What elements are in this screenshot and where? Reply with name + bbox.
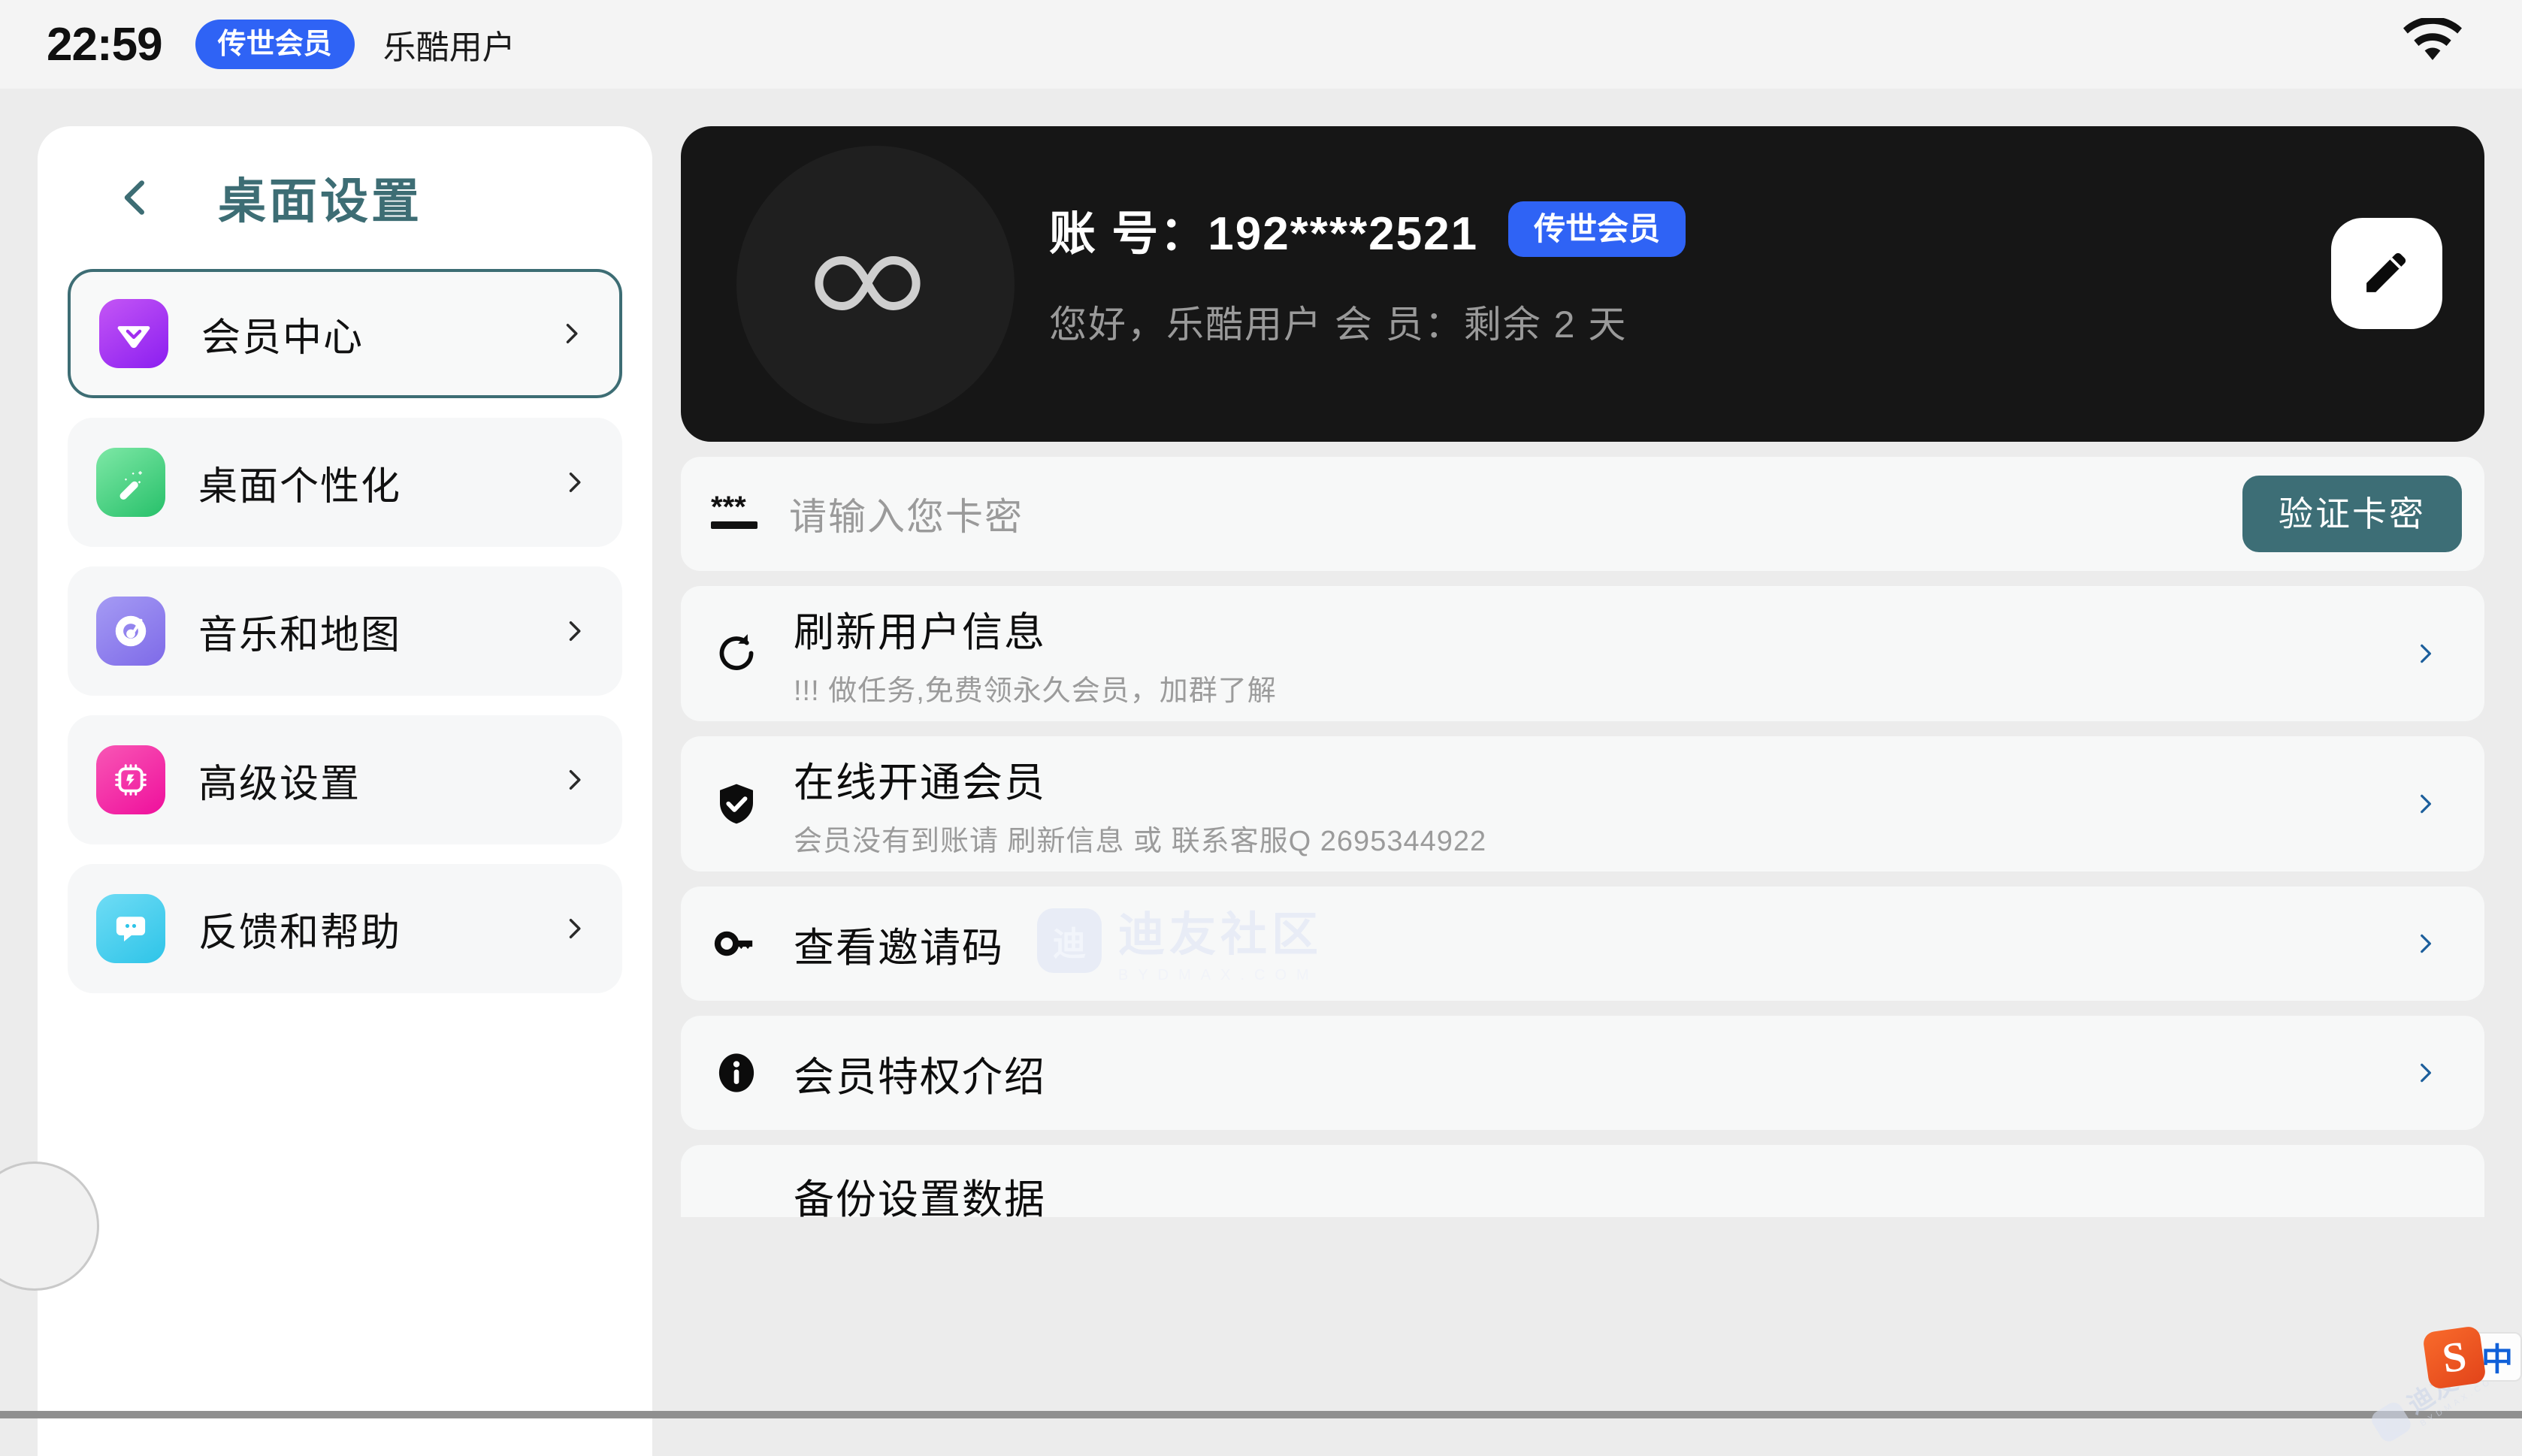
menu-text-block: 查看邀请码 [794, 914, 1004, 974]
cardkey-input[interactable]: 请输入您卡密 [789, 487, 1024, 541]
profile-text-block: 账 号：192****2521 传世会员 您好，乐酷用户 会 员：剩余 2 天 [1049, 195, 1686, 349]
menu-row-view-invite-code[interactable]: 查看邀请码 [681, 887, 2484, 1001]
wifi-icon [2403, 17, 2462, 68]
menu-title: 在线开通会员 [794, 760, 1046, 805]
svg-text:***: *** [711, 491, 746, 524]
greeting-text: 您好，乐酷用户 会 员：剩余 2 天 [1049, 304, 1628, 346]
menu-text-block: 刷新用户信息 !!! 做任务,免费领永久会员，加群了解 [794, 599, 1277, 708]
page-title: 桌面设置 [218, 174, 422, 228]
shield-check-icon [709, 777, 764, 831]
status-username: 乐酷用户 [383, 29, 516, 66]
sogou-logo-icon[interactable]: S [2422, 1325, 2487, 1390]
status-bar: 22:59 传世会员 乐酷用户 [0, 0, 2522, 89]
menu-text-block: 备份设置数据 [794, 1166, 1046, 1217]
menu-title: 刷新用户信息 [794, 610, 1046, 655]
chip-icon [96, 745, 165, 814]
menu-text-block: 在线开通会员 会员没有到账请 刷新信息 或 联系客服Q 2695344922 [794, 749, 1486, 859]
sidebar-item-label: 音乐和地图 [198, 613, 402, 657]
sidebar: 桌面设置 会员中心 桌面个性化 音乐和地图 高级设置 反馈和帮助 [38, 126, 652, 1456]
corner-watermark-logo-icon [2368, 1398, 2415, 1445]
music-disc-icon [96, 597, 165, 666]
chevron-right-icon [561, 766, 588, 793]
chevron-right-icon [2412, 931, 2438, 956]
app-body: 桌面设置 会员中心 桌面个性化 音乐和地图 高级设置 反馈和帮助 账 号：192… [0, 89, 2522, 1456]
sidebar-item-label: 桌面个性化 [198, 464, 402, 509]
menu-subtitle: 会员没有到账请 刷新信息 或 联系客服Q 2695344922 [794, 826, 1487, 857]
menu-row-activate-membership[interactable]: 在线开通会员 会员没有到账请 刷新信息 或 联系客服Q 2695344922 [681, 736, 2484, 871]
menu-title: 备份设置数据 [794, 1177, 1046, 1217]
vip-heart-icon [99, 299, 168, 368]
infinity-icon [797, 238, 954, 332]
key-icon [709, 917, 764, 971]
chevron-right-icon [558, 320, 585, 347]
account-number: 账 号：192****2521 [1049, 208, 1479, 260]
main-content: 账 号：192****2521 传世会员 您好，乐酷用户 会 员：剩余 2 天 … [681, 126, 2484, 1217]
menu-title: 查看邀请码 [794, 925, 1004, 971]
edit-profile-button[interactable] [2331, 218, 2442, 329]
sidebar-item-label: 反馈和帮助 [198, 911, 402, 955]
avatar[interactable] [736, 146, 1015, 424]
chevron-right-icon [2412, 641, 2438, 666]
sidebar-header: 桌面设置 [38, 126, 652, 269]
ime-mode-label[interactable]: 中 [2481, 1334, 2513, 1380]
chevron-right-icon [2412, 791, 2438, 817]
status-clock: 22:59 [47, 18, 163, 71]
profile-card: 账 号：192****2521 传世会员 您好，乐酷用户 会 员：剩余 2 天 [681, 126, 2484, 442]
sidebar-item-label: 高级设置 [198, 762, 361, 806]
chat-bubble-icon [96, 894, 165, 963]
chevron-left-icon[interactable] [113, 175, 158, 220]
ime-indicator[interactable]: S 中 [2422, 1325, 2522, 1390]
menu-row-membership-benefits[interactable]: 会员特权介绍 [681, 1016, 2484, 1130]
sidebar-item-label: 会员中心 [201, 316, 364, 360]
sidebar-item-feedback[interactable]: 反馈和帮助 [68, 864, 622, 993]
profile-vip-badge[interactable]: 传世会员 [1508, 201, 1686, 257]
bottom-strip [0, 1411, 2522, 1418]
magic-wand-icon [96, 448, 165, 517]
cardkey-row[interactable]: *** 请输入您卡密 验证卡密 [681, 457, 2484, 571]
menu-title: 会员特权介绍 [794, 1054, 1046, 1100]
menu-subtitle: !!! 做任务,免费领永久会员，加群了解 [794, 675, 1277, 707]
sidebar-item-membership[interactable]: 会员中心 [68, 269, 622, 398]
pencil-icon [2354, 240, 2419, 308]
sidebar-item-music-map[interactable]: 音乐和地图 [68, 566, 622, 696]
chevron-right-icon [2412, 1060, 2438, 1086]
password-asterisks-icon: *** [709, 491, 761, 536]
menu-text-block: 会员特权介绍 [794, 1044, 1046, 1103]
refresh-icon [709, 627, 764, 681]
menu-row-refresh-user-info[interactable]: 刷新用户信息 !!! 做任务,免费领永久会员，加群了解 [681, 586, 2484, 721]
chevron-right-icon [561, 469, 588, 496]
status-vip-badge[interactable]: 传世会员 [195, 20, 355, 69]
chevron-right-icon [561, 618, 588, 645]
verify-cardkey-button[interactable]: 验证卡密 [2242, 476, 2462, 552]
chevron-right-icon [561, 915, 588, 942]
info-icon [709, 1046, 764, 1100]
menu-row-backup-settings[interactable]: 备份设置数据 [681, 1145, 2484, 1217]
account-row: 账 号：192****2521 传世会员 [1049, 195, 1686, 263]
sidebar-item-personalization[interactable]: 桌面个性化 [68, 418, 622, 547]
sidebar-item-advanced[interactable]: 高级设置 [68, 715, 622, 844]
